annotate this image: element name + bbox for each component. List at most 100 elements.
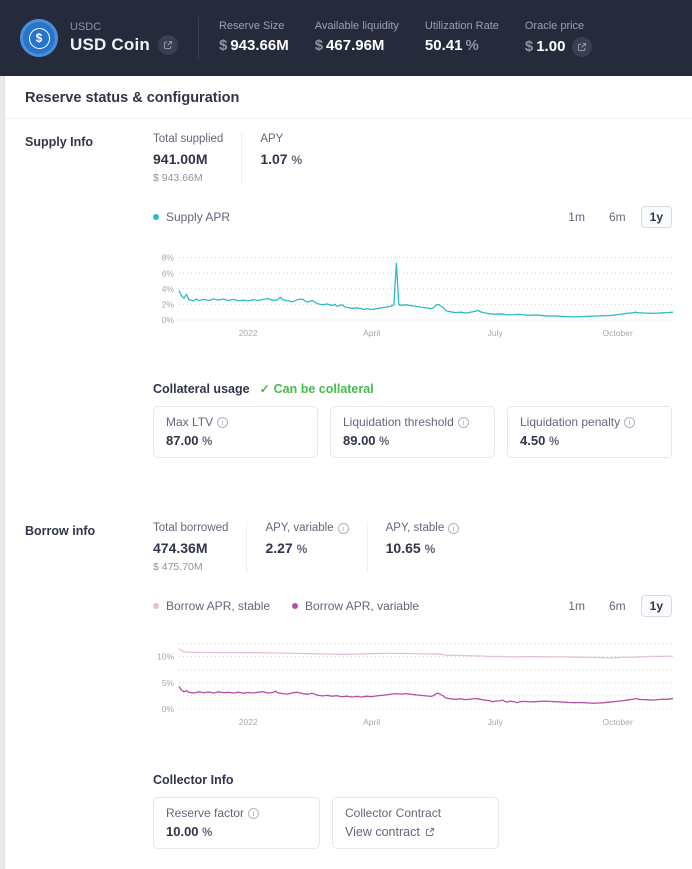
external-link-icon — [425, 827, 435, 837]
borrow-section-label: Borrow info — [25, 522, 153, 849]
stat-label: APY — [260, 133, 302, 145]
view-contract-link[interactable]: View contract — [345, 825, 486, 839]
oracle-external-link-button[interactable] — [572, 37, 592, 57]
borrow-apy-stable-stat: APY, stablei 10.65 % — [386, 522, 478, 573]
collateral-status-text: Can be collateral — [274, 382, 374, 396]
box-label: Liquidation threshold — [343, 415, 454, 429]
legend-borrow-apr-stable: Borrow APR, stable — [153, 599, 270, 613]
legend-label: Borrow APR, variable — [305, 599, 419, 613]
info-icon[interactable]: i — [624, 417, 635, 428]
external-link-icon — [163, 40, 173, 50]
supply-timeframe-selector: 1m 6m 1y — [559, 206, 672, 228]
stat-label: Total borrowed — [153, 522, 228, 534]
supply-apy-stat: APY 1.07 % — [260, 133, 320, 184]
box-value: 87.00 — [166, 433, 199, 448]
legend-label: Supply APR — [166, 210, 230, 224]
currency-prefix: $ — [219, 37, 227, 54]
stat-value: 10.65 — [386, 540, 421, 556]
svg-text:4%: 4% — [162, 284, 175, 294]
dollar-glyph: $ — [29, 28, 50, 49]
box-value: 89.00 — [343, 433, 376, 448]
reserve-card: Reserve status & configuration Supply In… — [4, 76, 692, 869]
max-ltv-box: Max LTVi 87.00 % — [153, 406, 318, 458]
svg-text:April: April — [363, 717, 380, 727]
timeframe-1m-button[interactable]: 1m — [559, 595, 594, 617]
stat-value: 50.41 — [425, 37, 463, 54]
asset-symbol: USDC — [70, 21, 178, 33]
timeframe-1y-button[interactable]: 1y — [641, 595, 672, 617]
timeframe-6m-button[interactable]: 6m — [600, 206, 635, 228]
svg-text:October: October — [603, 328, 633, 338]
box-value: 4.50 — [520, 433, 545, 448]
percent-suffix: % — [297, 542, 308, 556]
stat-label: APY, stable — [386, 522, 445, 534]
svg-text:0%: 0% — [162, 704, 175, 714]
svg-text:8%: 8% — [162, 253, 175, 263]
total-supplied-stat: Total supplied 941.00M $ 943.66M — [153, 133, 242, 184]
collateral-status-badge: ✓ Can be collateral — [260, 382, 374, 396]
percent-suffix: % — [379, 436, 389, 448]
currency-prefix: $ — [315, 37, 323, 54]
info-icon[interactable]: i — [248, 808, 259, 819]
stat-label: Oracle price — [525, 20, 593, 32]
liquidation-penalty-box: Liquidation penalty i 4.50 % — [507, 406, 672, 458]
collector-info-title: Collector Info — [153, 773, 234, 787]
timeframe-1m-button[interactable]: 1m — [559, 206, 594, 228]
svg-text:2022: 2022 — [239, 328, 258, 338]
stat-value: 467.96M — [326, 37, 384, 54]
svg-text:2%: 2% — [162, 299, 175, 309]
box-value: 10.00 — [166, 824, 199, 839]
svg-text:5%: 5% — [162, 678, 175, 688]
asset-external-link-button[interactable] — [158, 35, 178, 55]
borrow-apy-variable-stat: APY, variable i 2.27 % — [265, 522, 367, 573]
svg-text:October: October — [603, 717, 633, 727]
box-label: Liquidation penalty — [520, 415, 620, 429]
legend-borrow-apr-variable: Borrow APR, variable — [292, 599, 419, 613]
header-divider — [198, 17, 199, 59]
borrow-timeframe-selector: 1m 6m 1y — [559, 595, 672, 617]
stat-utilization-rate: Utilization Rate 50.41% — [425, 20, 499, 57]
stat-usd-sub: $ 475.70M — [153, 561, 228, 573]
info-icon[interactable]: i — [217, 417, 228, 428]
box-label: Collector Contract — [345, 806, 441, 820]
borrow-apr-chart[interactable]: 0% 5% 10% 2022 April July October — [153, 637, 672, 731]
svg-text:April: April — [363, 328, 380, 338]
supply-apr-chart[interactable]: 0%2%4%6%8%2022AprilJulyOctober — [153, 248, 672, 342]
stat-value: 941.00M — [153, 151, 223, 167]
stat-oracle-price: Oracle price $1.00 — [525, 20, 593, 57]
percent-suffix: % — [291, 153, 302, 167]
timeframe-1y-button[interactable]: 1y — [641, 206, 672, 228]
svg-text:2022: 2022 — [239, 717, 258, 727]
stat-label: Available liquidity — [315, 20, 399, 32]
legend-label: Borrow APR, stable — [166, 599, 270, 613]
info-icon[interactable]: i — [458, 417, 469, 428]
currency-prefix: $ — [525, 38, 533, 55]
percent-suffix: % — [202, 436, 212, 448]
legend-supply-apr: Supply APR — [153, 210, 230, 224]
svg-text:July: July — [488, 328, 504, 338]
percent-suffix: % — [202, 827, 212, 839]
percent-suffix: % — [425, 542, 436, 556]
stat-label: APY, variable — [265, 522, 333, 534]
reserve-header: $ USDC USD Coin Reserve Size $943.66M Av… — [0, 0, 692, 76]
stat-value: 474.36M — [153, 540, 228, 556]
supply-apr-dot-icon — [153, 214, 159, 220]
total-borrowed-stat: Total borrowed 474.36M $ 475.70M — [153, 522, 247, 573]
stat-value: 2.27 — [265, 540, 292, 556]
svg-text:10%: 10% — [157, 652, 174, 662]
liquidation-threshold-box: Liquidation threshold i 89.00 % — [330, 406, 495, 458]
stat-label: Utilization Rate — [425, 20, 499, 32]
timeframe-6m-button[interactable]: 6m — [600, 595, 635, 617]
borrow-stable-dot-icon — [153, 603, 159, 609]
page-title: Reserve status & configuration — [5, 76, 692, 119]
info-icon[interactable]: i — [448, 523, 459, 534]
info-icon[interactable]: i — [338, 523, 349, 534]
check-icon: ✓ — [260, 382, 270, 396]
stat-label: Reserve Size — [219, 20, 289, 32]
svg-text:6%: 6% — [162, 268, 175, 278]
reserve-factor-box: Reserve factori 10.00 % — [153, 797, 320, 849]
svg-text:July: July — [488, 717, 504, 727]
stat-available-liquidity: Available liquidity $467.96M — [315, 20, 399, 57]
stat-value: 1.07 — [260, 151, 287, 167]
percent-suffix: % — [549, 436, 559, 448]
